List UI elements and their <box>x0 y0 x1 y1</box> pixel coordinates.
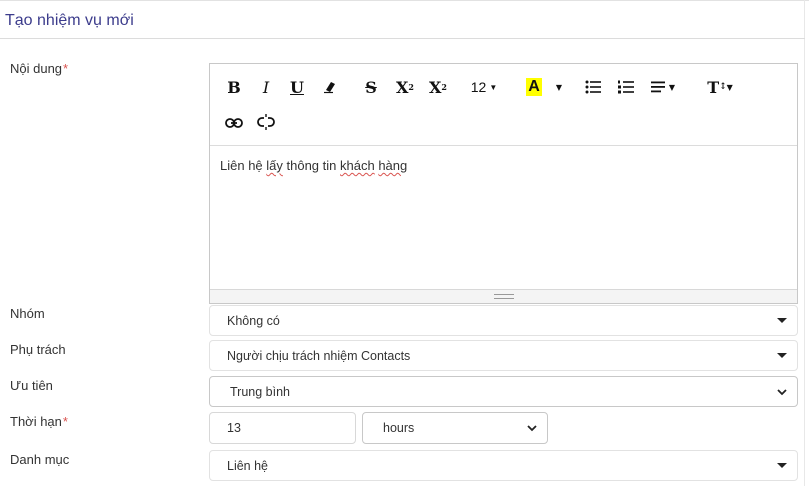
editor-text: Liên hệ <box>220 158 267 173</box>
priority-value: Trung bình <box>230 384 290 399</box>
group-select[interactable]: Không có <box>209 305 798 336</box>
chevron-down-icon <box>777 389 787 396</box>
misspelled-word: hàng <box>378 158 408 173</box>
numbered-list-icon <box>618 80 634 94</box>
category-select[interactable]: Liên hệ <box>209 450 798 481</box>
underline-button[interactable]: U <box>287 76 307 98</box>
eraser-button[interactable] <box>320 76 340 98</box>
highlight-color-dropdown[interactable]: ▼ <box>553 76 565 98</box>
editor-content[interactable]: Liên hệ lấy thông tin khách hàng <box>210 146 797 289</box>
caret-down-icon <box>777 318 787 323</box>
bold-button[interactable]: B <box>224 76 244 98</box>
top-border <box>0 0 809 1</box>
strikethrough-button[interactable]: S <box>360 76 382 98</box>
category-label: Danh mục <box>10 452 70 467</box>
bullet-list-icon <box>585 80 601 94</box>
chevron-down-icon: ▼ <box>668 82 676 92</box>
eraser-icon <box>324 82 335 94</box>
misspelled-word: lấy <box>266 158 283 173</box>
editor-text: thông tin <box>282 158 340 173</box>
superscript-glyph: X <box>396 77 409 97</box>
chevron-down-icon <box>527 425 537 432</box>
font-size-value: 12 <box>470 79 487 95</box>
grip-icon <box>493 294 514 299</box>
right-border <box>804 0 805 486</box>
editor-toolbar: B I U S X2 X2 12 ▼ A ▼ ▼ T ↕ ▼ <box>210 64 797 146</box>
bold-glyph: B <box>227 77 241 97</box>
chevron-down-icon: ▼ <box>489 82 498 92</box>
italic-button[interactable]: I <box>256 76 276 98</box>
deadline-value: 13 <box>227 421 241 435</box>
link-icon <box>225 118 243 128</box>
editor-resize-handle[interactable] <box>210 289 797 303</box>
misspelled-word: khách <box>340 158 375 173</box>
content-label-text: Nội dung <box>10 61 63 76</box>
group-label: Nhóm <box>10 306 45 321</box>
text-size-dropdown[interactable]: T ↕ ▼ <box>704 76 736 98</box>
underline-glyph: U <box>290 77 304 97</box>
link-button[interactable] <box>223 112 245 134</box>
deadline-unit-select[interactable]: hours <box>362 412 548 444</box>
subscript-glyph: X <box>429 77 442 97</box>
deadline-label: Thời hạn* <box>10 414 68 429</box>
bullet-list-button[interactable] <box>583 76 603 98</box>
priority-select[interactable]: Trung bình <box>209 376 798 407</box>
deadline-unit-value: hours <box>383 421 415 435</box>
deadline-input[interactable]: 13 <box>209 412 356 444</box>
highlight-glyph: A <box>526 78 542 96</box>
strike-glyph: S <box>365 77 377 97</box>
caret-down-icon <box>777 463 787 468</box>
content-label: Nội dung* <box>10 61 68 76</box>
caret-down-icon <box>777 353 787 358</box>
required-mark: * <box>62 414 68 429</box>
category-value: Liên hệ <box>227 458 269 473</box>
page-title: Tạo nhiệm vụ mới <box>5 12 134 29</box>
owner-select[interactable]: Người chịu trách nhiệm Contacts <box>209 340 798 371</box>
align-left-icon <box>650 81 665 93</box>
superscript-mark: 2 <box>408 82 414 92</box>
owner-label: Phụ trách <box>10 342 66 357</box>
unlink-button[interactable] <box>254 111 278 133</box>
deadline-label-text: Thời hạn <box>10 414 62 429</box>
unlink-icon <box>257 114 275 130</box>
priority-label: Ưu tiên <box>10 378 53 393</box>
numbered-list-button[interactable] <box>616 76 636 98</box>
chevron-down-icon: ▼ <box>726 82 733 92</box>
highlight-button[interactable]: A <box>526 76 542 98</box>
required-mark: * <box>63 61 69 76</box>
superscript-button[interactable]: X2 <box>393 76 417 98</box>
owner-value: Người chịu trách nhiệm Contacts <box>227 348 411 363</box>
group-value: Không có <box>227 313 280 328</box>
italic-glyph: I <box>262 77 270 97</box>
font-size-dropdown[interactable]: 12 ▼ <box>468 76 500 98</box>
rich-text-editor: B I U S X2 X2 12 ▼ A ▼ ▼ T ↕ ▼ Liên hệ lấy … <box>209 63 798 304</box>
text-size-glyph: T <box>707 77 720 97</box>
chevron-down-icon: ▼ <box>555 82 563 92</box>
subscript-button[interactable]: X2 <box>426 76 450 98</box>
title-divider <box>0 38 805 39</box>
align-dropdown[interactable]: ▼ <box>648 76 678 98</box>
subscript-mark: 2 <box>441 82 447 92</box>
arrows-vertical-icon: ↕ <box>719 82 727 92</box>
